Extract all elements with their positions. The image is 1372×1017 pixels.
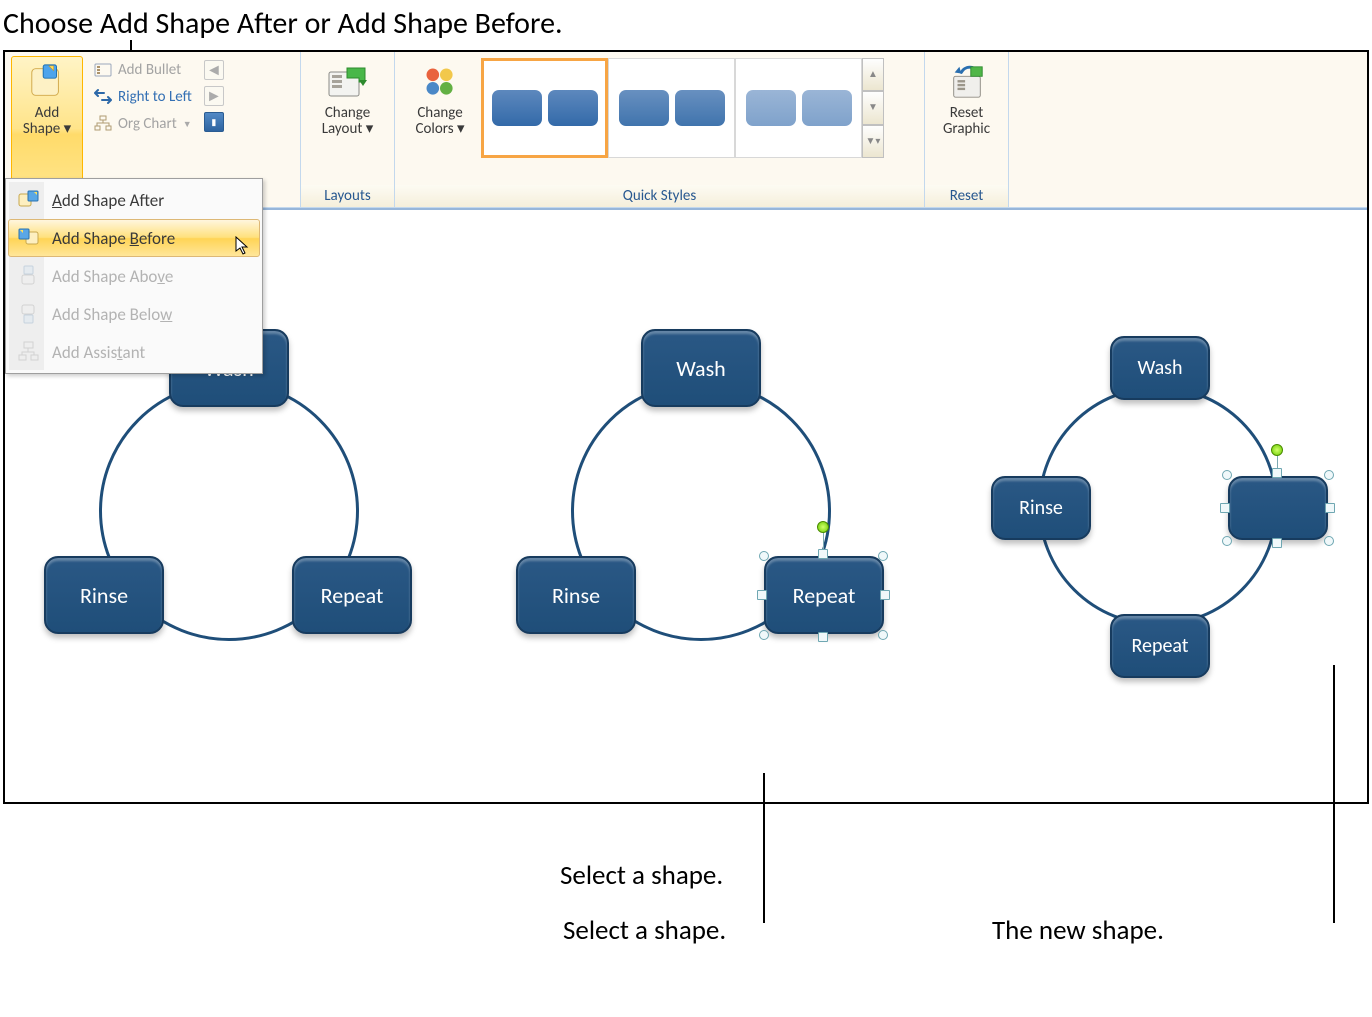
- node-rinse[interactable]: Rinse: [44, 556, 164, 634]
- ribbon-group-reset: Reset Graphic Reset: [925, 52, 1009, 207]
- rtl-icon: [94, 88, 112, 106]
- mouse-cursor: [235, 236, 251, 256]
- rotate-handle[interactable]: [1271, 444, 1283, 456]
- add-bullet-button[interactable]: Add Bullet: [88, 58, 198, 82]
- sel-handle[interactable]: [759, 551, 769, 561]
- style-option-1[interactable]: [481, 58, 608, 158]
- sel-handle[interactable]: [1272, 468, 1282, 478]
- right-to-left-button[interactable]: Right to Left: [88, 85, 198, 109]
- styles-gallery: ▲ ▼ ▼▾: [479, 56, 886, 164]
- style-option-3[interactable]: [735, 58, 862, 158]
- add-shape-dropdown: Add Shape After Add Shape Before Add Sha…: [5, 178, 263, 374]
- group-label-reset: Reset: [925, 185, 1008, 207]
- sel-handle[interactable]: [1220, 503, 1230, 513]
- sel-handle[interactable]: [818, 549, 828, 559]
- reset-icon: [947, 61, 987, 103]
- sel-handle[interactable]: [1325, 503, 1335, 513]
- sel-handle[interactable]: [757, 590, 767, 600]
- add-shape-icon: [27, 61, 67, 103]
- gallery-down-button[interactable]: ▼: [862, 91, 884, 124]
- cycle-diagram-2[interactable]: Wash Rinse Repeat: [516, 321, 886, 691]
- ribbon-group-layouts: Change Layout ▾ Layouts: [301, 52, 395, 207]
- arrow-right-icon: ►: [206, 87, 222, 106]
- promote-button[interactable]: ◄: [204, 60, 224, 80]
- cycle-diagram-1[interactable]: Wash Rinse Repeat: [44, 321, 414, 691]
- layout-icon: [327, 61, 367, 103]
- textpane-icon: ▮: [211, 117, 216, 128]
- ribbon-group-quickstyles: Change Colors ▾ ▲ ▼ ▼▾ Quick Styles: [395, 52, 925, 207]
- style-option-2[interactable]: [608, 58, 735, 158]
- dd-add-assistant: Add Assistant: [8, 333, 260, 371]
- node-repeat-selected[interactable]: Repeat: [764, 556, 884, 634]
- callout-select-shape: Select a shape.: [563, 914, 726, 947]
- gallery-more-button[interactable]: ▼▾: [862, 125, 884, 158]
- shape-before-icon: [18, 227, 40, 249]
- change-colors-label: Change Colors ▾: [415, 105, 464, 137]
- rotate-handle[interactable]: [817, 521, 829, 533]
- callout-top: Choose Add Shape After or Add Shape Befo…: [0, 0, 1372, 50]
- demote-button[interactable]: ►: [204, 86, 224, 106]
- dd-add-shape-above: Add Shape Above: [8, 257, 260, 295]
- sel-handle[interactable]: [759, 630, 769, 640]
- sel-handle[interactable]: [878, 551, 888, 561]
- app-frame: Add Shape ▾ Add Bullet Right to Left Org…: [3, 50, 1369, 804]
- reset-graphic-label: Reset Graphic: [943, 105, 990, 137]
- shape-below-icon: [18, 303, 40, 325]
- sel-handle[interactable]: [880, 590, 890, 600]
- sel-handle[interactable]: [1324, 470, 1334, 480]
- shape-after-icon: [18, 189, 40, 211]
- node-rinse[interactable]: Rinse: [991, 476, 1091, 540]
- sel-handle[interactable]: [1222, 536, 1232, 546]
- dd-add-shape-below: Add Shape Below: [8, 295, 260, 333]
- bullet-icon: [94, 61, 112, 79]
- node-new-blank[interactable]: [1228, 476, 1328, 540]
- gallery-up-button[interactable]: ▲: [862, 58, 884, 91]
- text-pane-button[interactable]: ▮: [204, 112, 224, 132]
- sel-handle[interactable]: [1272, 538, 1282, 548]
- dd-add-shape-before[interactable]: Add Shape Before: [8, 219, 260, 257]
- orgchart-icon: [94, 115, 112, 133]
- sel-handle[interactable]: [1222, 470, 1232, 480]
- arrow-left-icon: ◄: [206, 61, 222, 80]
- sel-handle[interactable]: [1324, 536, 1334, 546]
- group-label-layouts: Layouts: [301, 185, 394, 207]
- colors-icon: [420, 61, 460, 103]
- dd-add-shape-after[interactable]: Add Shape After: [8, 181, 260, 219]
- node-wash[interactable]: Wash: [641, 329, 761, 407]
- gallery-scroll: ▲ ▼ ▼▾: [862, 58, 884, 158]
- org-chart-button[interactable]: Org Chart ▼: [88, 112, 198, 136]
- callout-new-shape: The new shape.: [992, 914, 1164, 947]
- node-repeat[interactable]: Repeat: [292, 556, 412, 634]
- assistant-icon: [18, 341, 40, 363]
- sel-handle[interactable]: [818, 632, 828, 642]
- node-wash[interactable]: Wash: [1110, 336, 1210, 400]
- shape-above-icon: [18, 265, 40, 287]
- change-layout-label: Change Layout ▾: [322, 105, 374, 137]
- bottom-callouts: Select a shape.: [0, 804, 1372, 859]
- add-shape-label: Add Shape ▾: [23, 105, 71, 137]
- cycle-diagram-3[interactable]: Wash Rinse Repeat: [988, 336, 1328, 676]
- group-label-quickstyles: Quick Styles: [395, 185, 924, 207]
- sel-handle[interactable]: [878, 630, 888, 640]
- node-rinse[interactable]: Rinse: [516, 556, 636, 634]
- node-repeat[interactable]: Repeat: [1110, 614, 1210, 678]
